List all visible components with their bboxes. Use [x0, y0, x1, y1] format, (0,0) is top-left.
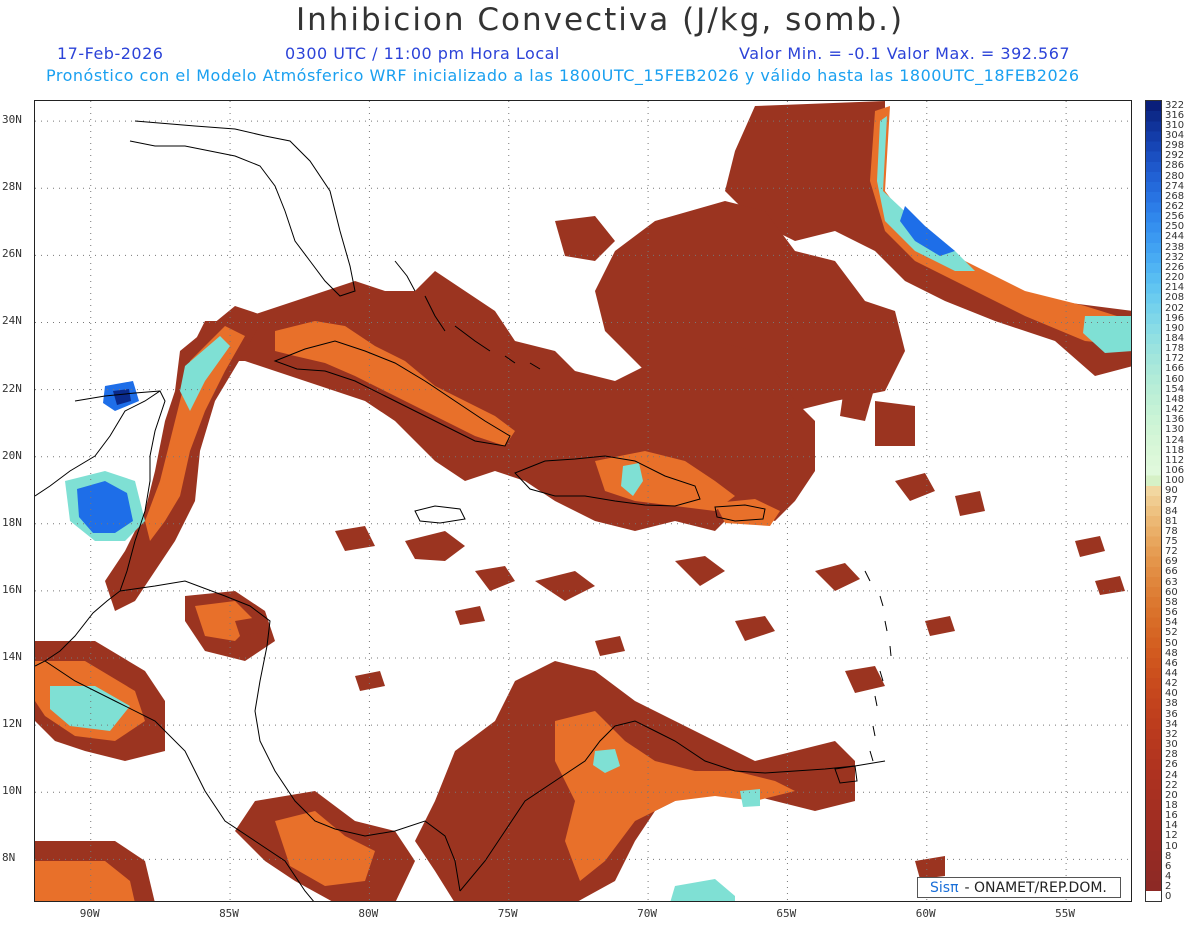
lat-tick-label: 24N [2, 314, 22, 328]
lat-tick-label: 16N [2, 582, 22, 596]
lon-tick-label: 65W [776, 907, 797, 920]
lat-tick-label: 20N [2, 448, 22, 462]
colorbar-tick-label: 130 [1165, 424, 1185, 436]
field-cell [925, 616, 955, 636]
lat-tick-label: 30N [2, 113, 22, 127]
field-cell [335, 526, 375, 551]
field-cell [405, 531, 465, 561]
field-cell [595, 636, 625, 656]
coast-lesser-antilles [864, 570, 892, 762]
field-region-atlantic-blob-2 [555, 216, 615, 261]
colorbar-tick-label: 26 [1165, 759, 1178, 771]
map-frame [34, 100, 1132, 902]
colorbar-tick-label: 87 [1165, 495, 1178, 507]
map-title: Inhibicion Convectiva (J/kg, somb.) [295, 2, 905, 38]
lon-tick-label: 85W [219, 907, 239, 920]
field-cell [1095, 576, 1125, 595]
lon-tick-label: 90W [79, 907, 100, 920]
field-cell [895, 473, 935, 501]
forecast-time: 0300 UTC / 11:00 pm Hora Local [285, 44, 560, 63]
colorbar-tick-label: 52 [1165, 627, 1178, 639]
colorbar-tick-label: 166 [1165, 363, 1185, 375]
field-cell [355, 671, 385, 691]
credit-text: - ONAMET/REP.DOM. [964, 879, 1107, 896]
field-cell [815, 563, 860, 591]
map-canvas [35, 101, 1131, 901]
colorbar [1145, 100, 1162, 902]
colorbar-tick-label: 38 [1165, 698, 1178, 710]
field-cell [455, 606, 485, 625]
lon-tick-label: 70W [637, 907, 657, 920]
lat-tick-label: 22N [2, 381, 22, 395]
colorbar-tick-label: 286 [1165, 160, 1185, 172]
lon-tick-label: 80W [358, 907, 379, 920]
lon-tick-label: 55W [1055, 907, 1075, 920]
field-region-guyana-high [670, 879, 735, 901]
field-cell [675, 556, 725, 586]
lat-tick-label: 26N [2, 247, 22, 261]
colorbar-tick-label: 12 [1165, 830, 1178, 842]
field-region-atlantic-blob-3 [875, 401, 915, 446]
field-cell [735, 616, 775, 641]
lat-tick-label: 12N [2, 717, 22, 731]
field-region-trinidad-high [740, 789, 760, 807]
colorbar-tick-label: 0 [1165, 891, 1172, 903]
field-cell [955, 491, 985, 516]
colorbar-tick-label: 322 [1165, 99, 1185, 111]
colorbar-tick-label: 208 [1165, 292, 1185, 304]
forecast-date: 17-Feb-2026 [57, 44, 164, 63]
colorbar-tick-label: 244 [1165, 231, 1185, 243]
lon-tick-label: 75W [497, 907, 518, 920]
lat-tick-label: 8N [2, 851, 16, 865]
credit-box: Sisπ - ONAMET/REP.DOM. [917, 877, 1121, 898]
field-region-atlantic-blob-4 [840, 381, 875, 421]
lat-tick-label: 28N [2, 180, 22, 194]
sispi-logo: Sisπ [930, 879, 959, 896]
lon-tick-label: 60W [915, 907, 936, 920]
lat-tick-label: 14N [2, 650, 22, 664]
cin-shaded-field [35, 101, 1131, 901]
colorbar-tick-label: 66 [1165, 566, 1178, 578]
coast-jamaica [414, 505, 466, 524]
lat-tick-label: 18N [2, 515, 22, 529]
colorbar-tick-label: 124 [1165, 434, 1185, 446]
value-min-max: Valor Min. = -0.1 Valor Max. = 392.567 [739, 44, 1071, 63]
model-description: Pronóstico con el Modelo Atmósferico WRF… [46, 66, 1080, 85]
coast-florida [129, 120, 356, 297]
field-cell [535, 571, 595, 601]
field-cell [1075, 536, 1105, 557]
lat-tick-label: 10N [2, 784, 22, 798]
field-cell [845, 666, 885, 693]
